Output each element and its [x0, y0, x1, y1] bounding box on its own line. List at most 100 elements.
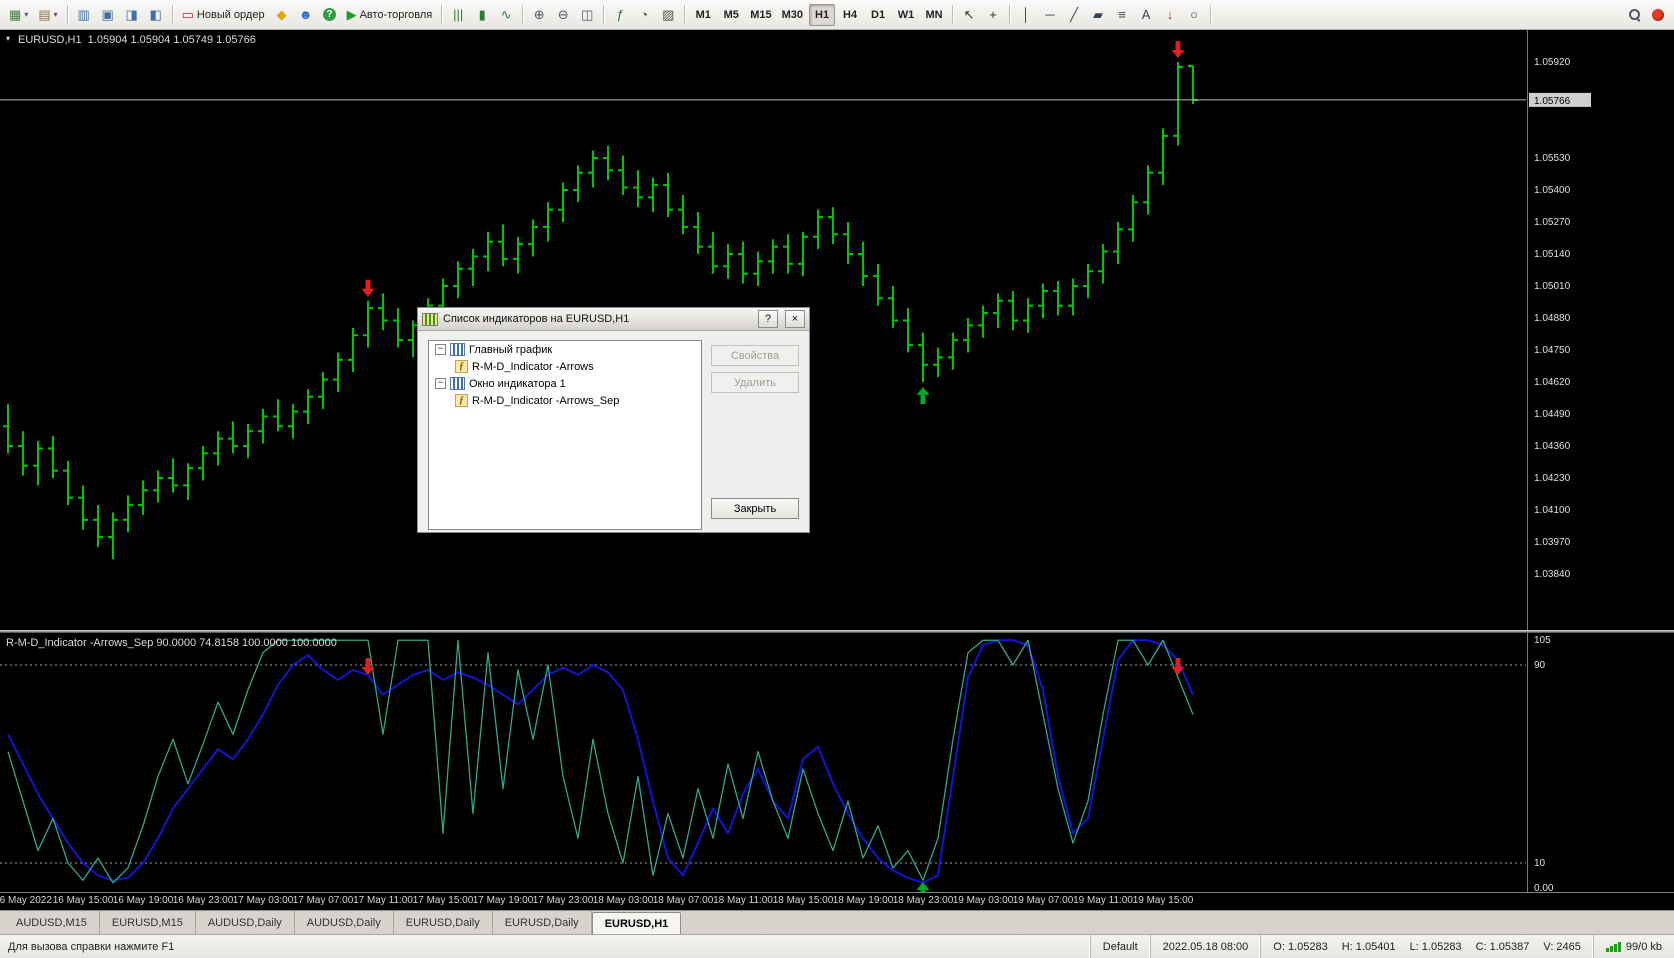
timeframe-mn[interactable]: MN [921, 4, 947, 26]
dialog-titlebar[interactable]: Список индикаторов на EURUSD,H1 ? × [418, 308, 809, 331]
navigator-button[interactable]: ◨ [121, 4, 143, 26]
vertical-line-tool[interactable]: │ [1015, 4, 1037, 26]
tree-item[interactable]: − Главный график [429, 341, 701, 358]
timeframe-d1[interactable]: D1 [865, 4, 891, 26]
arrow-tool[interactable]: ↓ [1159, 4, 1181, 26]
tree-item[interactable]: − Окно индикатора 1 [429, 375, 701, 392]
timeframe-m30[interactable]: M30 [778, 4, 807, 26]
profiles-icon: ▤ [38, 7, 51, 22]
candle-chart-button[interactable]: ▮ [471, 4, 493, 26]
text-tool[interactable]: A [1135, 4, 1157, 26]
terminal-button[interactable]: ◧ [145, 4, 167, 26]
chart-tab-audusd-daily[interactable]: AUDUSD,Daily [295, 911, 394, 934]
time-axis-label: 17 May 23:00 [532, 895, 594, 906]
candle-chart-icon: ▮ [478, 7, 486, 22]
tree-item-label: Окно индикатора 1 [469, 377, 566, 390]
timeframe-m1[interactable]: M1 [690, 4, 716, 26]
timeframe-w1[interactable]: W1 [893, 4, 919, 26]
chevron-down-icon: ▾ [24, 10, 29, 19]
zoom-in-button[interactable]: ⊕ [528, 4, 550, 26]
dialog-help-button[interactable]: ? [758, 310, 778, 328]
tree-item-label: R-M-D_Indicator -Arrows_Sep [472, 394, 620, 407]
timeframe-h1[interactable]: H1 [809, 3, 836, 26]
indicator-label: R-M-D_Indicator -Arrows_Sep 90.0000 74.8… [6, 637, 337, 649]
properties-button[interactable]: Свойства [711, 345, 799, 366]
periods-button[interactable]: ◔ [633, 4, 655, 26]
new-order-button-label: Новый ордер [196, 8, 265, 21]
timeframe-h4[interactable]: H4 [837, 4, 863, 26]
time-axis-label: 18 May 07:00 [652, 895, 714, 906]
toolbar-separator [66, 4, 68, 25]
new-chart-button[interactable]: ▦ ▾ [5, 4, 32, 26]
metaeditor-button[interactable]: ◆ [271, 4, 293, 26]
shapes-tool[interactable]: ○ [1183, 4, 1205, 26]
trendline-tool[interactable]: ╱ [1063, 4, 1085, 26]
toolbar-group: ▭ Новый ордер ◆ ☻? ▶ Авто-торговля [177, 0, 438, 29]
community-button[interactable]: ☻ [295, 4, 317, 26]
new-order-button[interactable]: ▭ Новый ордер [178, 4, 269, 26]
channel-tool[interactable]: ▰ [1087, 4, 1109, 26]
profiles-button[interactable]: ▤ ▾ [34, 4, 61, 26]
market-watch-button[interactable]: ▥ [73, 4, 95, 26]
tree-expander-icon[interactable]: − [435, 378, 446, 389]
autotrading-button-label: Авто-торговля [359, 8, 433, 21]
shapes-tool-icon: ○ [1190, 7, 1198, 22]
time-axis-label: 19 May 15:00 [1132, 895, 1194, 906]
fibonacci-tool[interactable]: ≡ [1111, 4, 1133, 26]
connection-status: 99/0 kb [1592, 935, 1674, 958]
chart-tab-eurusd-daily[interactable]: EURUSD,Daily [394, 911, 493, 934]
bar-chart-button[interactable]: ||| [447, 4, 469, 26]
search-button[interactable] [1623, 4, 1645, 26]
timeframe-m15[interactable]: M15 [746, 4, 775, 26]
timeframe-mn-label: MN [925, 8, 943, 21]
line-chart-button[interactable]: ∿ [495, 4, 517, 26]
time-axis-label: 19 May 07:00 [1012, 895, 1074, 906]
market-watch-icon: ▥ [77, 7, 90, 22]
tile-windows-icon: ◫ [581, 7, 594, 22]
chart-tabs: AUDUSD,M15 EURUSD,M15 AUDUSD,Daily AUDUSD,D… [0, 910, 1674, 934]
tile-windows-button[interactable]: ◫ [576, 4, 598, 26]
indicators-button[interactable]: ƒ [609, 4, 631, 26]
crosshair-tool-icon: + [989, 7, 997, 22]
search-icon [1628, 9, 1640, 22]
chart-tab-eurusd-h1[interactable]: EURUSD,H1 [591, 912, 682, 934]
horizontal-line-tool[interactable]: ─ [1039, 4, 1061, 26]
chart-tab-eurusd-m15[interactable]: EURUSD,M15 [100, 911, 196, 934]
data-window-button[interactable]: ▣ [97, 4, 119, 26]
notifications-button[interactable] [1647, 4, 1669, 26]
indicator-subwindow[interactable]: 105 90 10 0.00 [0, 633, 1674, 893]
templates-button[interactable]: ▨ [657, 4, 679, 26]
timeframe-m5[interactable]: M5 [718, 4, 744, 26]
svg-text:1.05766: 1.05766 [1534, 96, 1571, 107]
one-click-trading-toggle[interactable]: ▾ [6, 34, 10, 43]
chart-tab-eurusd-daily[interactable]: EURUSD,Daily [493, 911, 592, 934]
toolbar-group: ▦ ▾ ▤ ▾ [4, 0, 63, 29]
cursor-tool-button[interactable]: ↖ [958, 4, 980, 26]
svg-text:10: 10 [1534, 858, 1546, 869]
vertical-line-tool-icon: │ [1021, 7, 1031, 22]
chart-tab-audusd-daily[interactable]: AUDUSD,Daily [196, 911, 295, 934]
mt4-window: ▦ ▾ ▤ ▾ ▥ ▣ ◨ ◧ ▭ Новый ордер ◆ ☻? ▶ Авто-торговля |||… [0, 0, 1674, 958]
timeframe-w1-label: W1 [897, 8, 915, 21]
tree-item[interactable]: ƒ R-M-D_Indicator -Arrows [429, 358, 701, 375]
toolbar-group: ⊕ ⊖ ◫ [527, 0, 599, 29]
zoom-out-button[interactable]: ⊖ [552, 4, 574, 26]
trendline-tool-icon: ╱ [1070, 7, 1078, 22]
close-button[interactable]: Закрыть [711, 498, 799, 519]
svg-text:1.05530: 1.05530 [1534, 153, 1571, 164]
autotrading-icon: ▶ [346, 7, 357, 22]
time-axis-label: 17 May 11:00 [353, 895, 413, 906]
main-chart[interactable]: 1.05920 1.05530 1.05400 1.05270 1.05140 1.050… [0, 30, 1674, 630]
status-profile[interactable]: Default [1089, 935, 1150, 958]
dialog-close-icon[interactable]: × [785, 310, 805, 328]
autotrading-button[interactable]: ▶ Авто-торговля [343, 4, 437, 26]
time-axis-label: 17 May 19:00 [472, 895, 534, 906]
tree-expander-icon[interactable]: − [435, 344, 446, 355]
tree-item[interactable]: ƒ R-M-D_Indicator -Arrows_Sep [429, 392, 701, 409]
chart-tab-audusd-m15[interactable]: AUDUSD,M15 [4, 911, 100, 934]
help-button[interactable]: ? [319, 4, 341, 26]
indicator-tree[interactable]: − Главный график ƒ R-M-D_Indicator -Arrows −… [428, 340, 702, 530]
crosshair-tool-button[interactable]: + [982, 4, 1004, 26]
cursor-tool-icon: ↖ [963, 7, 975, 22]
delete-button[interactable]: Удалить [711, 372, 799, 393]
